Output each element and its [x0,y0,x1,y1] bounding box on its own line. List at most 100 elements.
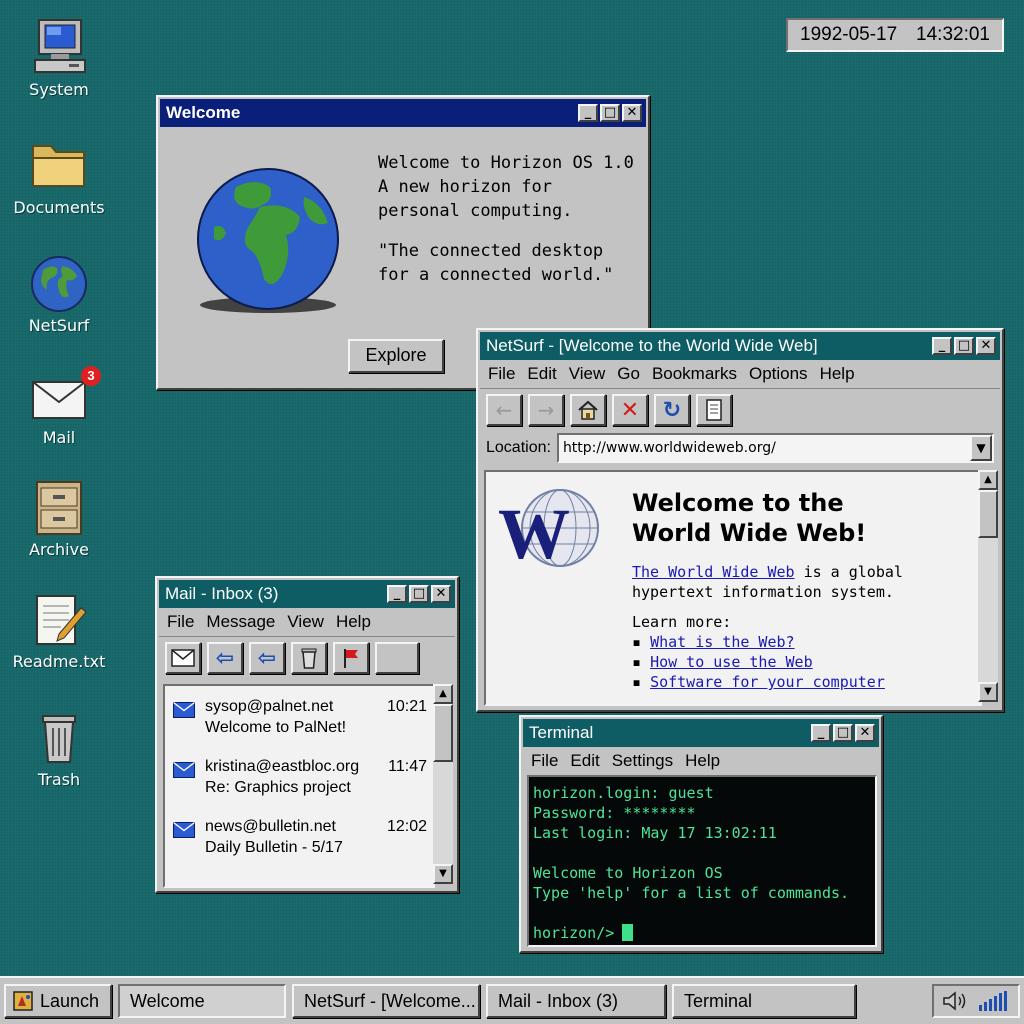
mail-scrollbar[interactable]: ▲ ▼ [433,684,453,884]
desktop-icon-system[interactable]: System [4,18,114,99]
message-time: 11:47 [388,758,427,775]
url-text: http://www.worldwideweb.org/ [562,440,776,456]
link-what-is-web[interactable]: What is the Web? [650,633,795,651]
close-button[interactable]: ✕ [855,724,875,742]
maximize-button[interactable]: □ [954,337,974,355]
task-button-netsurf[interactable]: NetSurf - [Welcome... [292,984,480,1018]
menu-edit[interactable]: Edit [570,751,599,771]
forward-button[interactable]: → [528,394,564,426]
envelope-icon: 3 [29,366,101,426]
task-label: Terminal [684,990,753,1011]
menu-help[interactable]: Help [685,751,720,771]
maximize-button[interactable]: □ [833,724,853,742]
back-button[interactable]: ← [486,394,522,426]
menu-view[interactable]: View [287,612,324,632]
close-button[interactable]: ✕ [431,585,451,603]
intro-rest: is a global [794,563,903,581]
scroll-down-button[interactable]: ▼ [978,682,998,702]
filing-cabinet-icon [29,478,89,538]
svg-text:W: W [498,494,570,572]
welcome-line: A new horizon for [378,177,552,197]
url-field[interactable]: http://www.worldwideweb.org/ ▼ [556,433,994,463]
new-message-button[interactable] [165,642,201,674]
signal-bars-icon[interactable] [978,990,1010,1012]
red-flag-icon [344,649,358,668]
terminal-titlebar[interactable]: Terminal _ □ ✕ [523,719,879,747]
menu-bookmarks[interactable]: Bookmarks [652,364,737,384]
home-button[interactable] [570,394,606,426]
menu-view[interactable]: View [569,364,606,384]
task-button-mail[interactable]: Mail - Inbox (3) [486,984,666,1018]
menu-message[interactable]: Message [206,612,275,632]
desktop-icon-label: Archive [29,540,89,559]
terminal-line: horizon.login: guest [533,784,714,802]
window-title: Welcome [166,103,241,122]
minimize-button[interactable]: _ [811,724,831,742]
trash-icon [29,708,89,768]
menu-settings[interactable]: Settings [612,751,673,771]
desktop-icon-documents[interactable]: Documents [4,136,114,217]
link-software[interactable]: Software for your computer [650,673,885,691]
delete-button[interactable] [291,642,327,674]
desktop-icon-mail[interactable]: 3 Mail [4,366,114,447]
menu-help[interactable]: Help [820,364,855,384]
menu-options[interactable]: Options [749,364,808,384]
desktop-icon-trash[interactable]: Trash [4,708,114,789]
minimize-button[interactable]: _ [932,337,952,355]
desktop-icon-netsurf[interactable]: NetSurf [4,254,114,335]
scroll-up-button[interactable]: ▲ [433,684,453,704]
reload-button[interactable]: ↻ [654,394,690,426]
reply-button[interactable]: ⇦ [207,642,243,674]
message-sender: news@bulletin.net [205,818,336,835]
launch-button[interactable]: Launch [4,984,112,1018]
desktop-icon-archive[interactable]: Archive [4,478,114,559]
scroll-down-button[interactable]: ▼ [433,864,453,884]
mail-window: Mail - Inbox (3) _ □ ✕ File Message View… [155,576,459,893]
close-button[interactable]: ✕ [976,337,996,355]
minimize-button[interactable]: _ [578,104,598,122]
task-label: Mail - Inbox (3) [498,990,619,1011]
link-how-to-use[interactable]: How to use the Web [650,653,813,671]
netsurf-scrollbar[interactable]: ▲ ▼ [978,470,998,702]
message-subject: Daily Bulletin - 5/17 [205,839,343,856]
url-dropdown-button[interactable]: ▼ [970,435,992,461]
explore-button[interactable]: Explore [348,339,444,373]
welcome-titlebar[interactable]: Welcome _ □ ✕ [160,99,646,127]
close-button[interactable]: ✕ [622,104,642,122]
task-button-welcome[interactable]: Welcome [118,984,286,1018]
scroll-thumb[interactable] [433,704,453,762]
menu-file[interactable]: File [488,364,515,384]
launch-label: Launch [40,990,100,1011]
system-clock: 1992-05-17 14:32:01 [786,18,1004,52]
print-button[interactable] [696,394,732,426]
maximize-button[interactable]: □ [600,104,620,122]
document-icon [706,399,722,421]
terminal-screen[interactable]: horizon.login: guest Password: ******** … [527,775,877,947]
terminal-line: Welcome to Horizon OS [533,864,723,882]
window-title: Terminal [529,723,594,742]
scroll-thumb[interactable] [978,490,998,538]
message-time: 10:21 [386,698,427,715]
flag-button[interactable] [333,642,369,674]
speaker-icon[interactable] [942,990,968,1012]
terminal-prompt: horizon/> [533,924,615,942]
netsurf-titlebar[interactable]: NetSurf - [Welcome to the World Wide Web… [480,332,1000,360]
reply-all-button[interactable]: ⇦ [249,642,285,674]
envelope-icon [173,702,195,718]
scroll-up-button[interactable]: ▲ [978,470,998,490]
task-button-terminal[interactable]: Terminal [672,984,856,1018]
desktop-icon-readme[interactable]: Readme.txt [4,590,114,671]
mail-menubar: File Message View Help [159,608,455,636]
menu-go[interactable]: Go [617,364,640,384]
message-subject: Welcome to PalNet! [205,719,347,736]
menu-file[interactable]: File [167,612,194,632]
stop-button[interactable]: ✕ [612,394,648,426]
trash-icon [301,648,317,669]
maximize-button[interactable]: □ [409,585,429,603]
menu-file[interactable]: File [531,751,558,771]
menu-edit[interactable]: Edit [527,364,556,384]
minimize-button[interactable]: _ [387,585,407,603]
menu-help[interactable]: Help [336,612,371,632]
www-link[interactable]: The World Wide Web [632,563,795,581]
mail-titlebar[interactable]: Mail - Inbox (3) _ □ ✕ [159,580,455,608]
